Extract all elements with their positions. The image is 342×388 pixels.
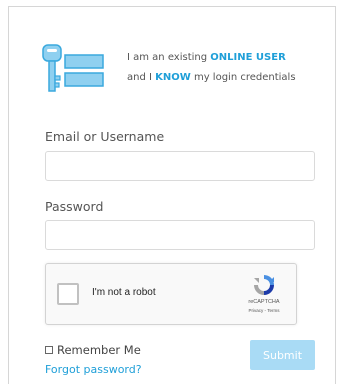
recaptcha-brand: reCAPTCHA <box>248 299 280 305</box>
password-input[interactable] <box>45 220 315 250</box>
remember-me[interactable]: Remember Me <box>45 343 141 357</box>
remember-me-checkbox[interactable] <box>45 346 53 354</box>
online-user-emphasis: ONLINE USER <box>210 52 286 63</box>
submit-button[interactable]: Submit <box>250 340 315 370</box>
recaptcha-label: I'm not a robot <box>92 287 156 298</box>
forgot-password-link[interactable]: Forgot password? <box>45 363 142 376</box>
banner-line-1: I am an existing ONLINE USER <box>127 48 296 68</box>
banner-line-2-prefix: and I <box>127 72 156 83</box>
recaptcha-terms-link[interactable]: Privacy - Terms <box>234 308 294 313</box>
existing-user-banner: I am an existing ONLINE USER and I KNOW … <box>9 37 337 97</box>
banner-line-2: and I KNOW my login credentials <box>127 68 296 88</box>
password-label: Password <box>45 199 104 214</box>
recaptcha-widget: I'm not a robot reCAPTCHA Privacy - Term… <box>45 263 297 325</box>
login-card: I am an existing ONLINE USER and I KNOW … <box>8 6 336 384</box>
username-label: Email or Username <box>45 129 165 144</box>
banner-line-2-suffix: my login credentials <box>190 72 296 83</box>
know-emphasis: KNOW <box>155 72 191 83</box>
remember-me-label: Remember Me <box>57 343 141 357</box>
banner-line-1-prefix: I am an existing <box>127 52 211 63</box>
key-card-icon <box>42 44 104 92</box>
banner-text: I am an existing ONLINE USER and I KNOW … <box>127 48 296 88</box>
recaptcha-checkbox[interactable] <box>57 283 79 305</box>
recaptcha-logo-icon <box>254 275 274 295</box>
username-input[interactable] <box>45 151 315 181</box>
